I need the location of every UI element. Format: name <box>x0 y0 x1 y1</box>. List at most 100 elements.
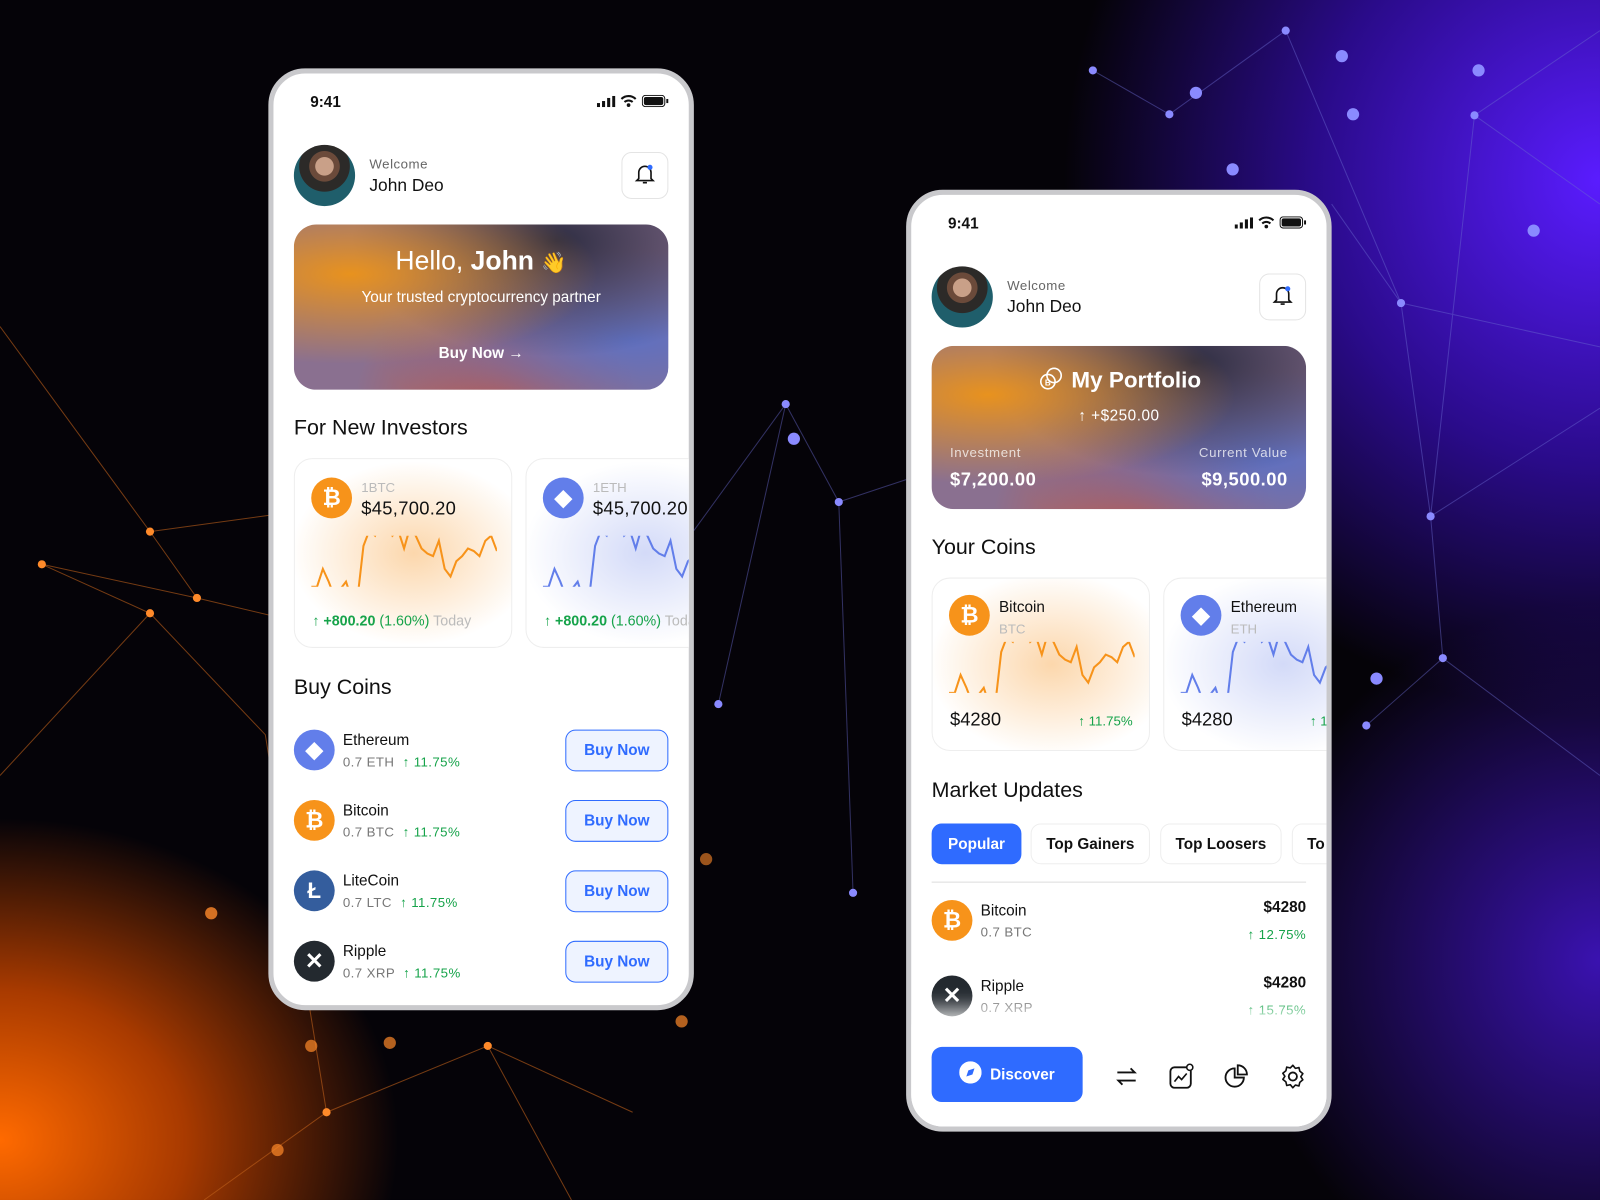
buy-now-button[interactable]: Buy Now <box>565 799 669 842</box>
buy-now-button[interactable]: Buy Now <box>565 869 669 912</box>
coin-name: Bitcoin <box>980 901 1027 919</box>
bitcoin-icon: ₿ <box>948 594 990 636</box>
section-title-investors: For New Investors <box>293 416 468 440</box>
bell-icon <box>633 161 657 191</box>
sparkline-path <box>1180 641 1327 693</box>
coin-name: Ethereum <box>1230 598 1297 617</box>
coin-amount: 0.7 XRP <box>980 999 1033 1015</box>
phone-portfolio-screen: 9:41 Welcome John Deo B My Portfolio ↑ +$… <box>906 189 1332 1132</box>
coin-name: Bitcoin <box>998 598 1045 617</box>
pie-chart-icon[interactable] <box>1223 1063 1250 1090</box>
arrow-up-icon: ↑ <box>402 823 410 840</box>
notification-button[interactable] <box>1259 273 1307 321</box>
avatar[interactable] <box>293 144 356 207</box>
settings-icon[interactable] <box>1280 1063 1307 1090</box>
wave-icon: 👋 <box>541 252 567 275</box>
welcome-label: Welcome <box>369 155 429 171</box>
buy-coin-row: ₿ Bitcoin 0.7 BTC ↑ 11.75% Buy Now <box>293 795 669 846</box>
buy-coin-row: ◆ Ethereum 0.7 ETH ↑ 11.75% Buy Now <box>293 724 669 775</box>
portfolio-card[interactable]: B My Portfolio ↑ +$250.00 Investment $7,2… <box>931 345 1307 510</box>
ethereum-icon: ◆ <box>1180 594 1222 636</box>
investor-card[interactable]: ◆ 1ETH $45,700.20 ↑ +800.20 (1.60%) Toda… <box>525 458 689 648</box>
user-header: Welcome John Deo <box>931 266 1307 328</box>
coin-price: $45,700.20 <box>592 497 688 519</box>
buy-now-button[interactable]: Buy Now <box>565 940 669 983</box>
arrow-right-icon: → <box>508 344 524 363</box>
sparkline-path <box>311 535 497 587</box>
tab-top-gainers[interactable]: Top Gainers <box>1030 823 1150 865</box>
compass-icon <box>959 1061 982 1088</box>
ethereum-icon: ◆ <box>293 729 335 771</box>
market-row[interactable]: ₿ Bitcoin 0.7 BTC $4280 ↑ 12.75% <box>931 895 1307 946</box>
user-name: John Deo <box>1007 296 1082 316</box>
svg-text:B: B <box>1045 379 1051 388</box>
phone-home-screen: 9:41 Welcome John Deo Hello, John 👋 Your … <box>268 68 694 1011</box>
buy-coin-row: Ł LiteCoin 0.7 LTC ↑ 11.75% Buy Now <box>293 865 669 916</box>
arrow-up-icon: ↑ <box>400 894 408 910</box>
coin-name: Bitcoin <box>342 801 389 819</box>
coin-change: 11.75% <box>1320 713 1328 729</box>
your-coin-card[interactable]: ◆ Ethereum ETH $4280 ↑ 11.75% <box>1163 577 1328 752</box>
sparkline-path <box>948 641 1135 693</box>
coin-unit: 1ETH <box>592 479 627 495</box>
ripple-icon: ✕ <box>293 940 335 982</box>
sparkline-path <box>542 535 689 587</box>
change-pct: (1.60%) <box>610 612 662 629</box>
arrow-up-icon: ↑ <box>1078 713 1085 729</box>
investment-value: $7,200.00 <box>949 469 1037 490</box>
your-coin-card[interactable]: ₿ Bitcoin BTC $4280 ↑ 11.75% <box>931 577 1150 752</box>
sparkline <box>948 641 1135 693</box>
notification-button[interactable] <box>621 152 669 199</box>
background: 9:41 Welcome John Deo Hello, John 👋 Your … <box>0 0 1600 1200</box>
portfolio-gain: +$250.00 <box>1091 407 1160 425</box>
bottom-nav: Discover <box>911 1024 1327 1127</box>
litecoin-icon: Ł <box>293 870 335 912</box>
coin-change: 11.75% <box>1088 713 1133 729</box>
coin-price: $4280 <box>949 709 1002 730</box>
hero-buy-now-button[interactable]: Buy Now → <box>294 345 668 362</box>
tab-popular[interactable]: Popular <box>931 823 1022 865</box>
signal-icon <box>596 94 616 111</box>
coin-name: Ripple <box>342 942 387 960</box>
hero-banner: Hello, John 👋 Your trusted cryptocurrenc… <box>293 224 669 390</box>
coin-name: LiteCoin <box>342 871 400 890</box>
chart-icon[interactable] <box>1168 1063 1195 1090</box>
coin-amount: 0.7 LTC <box>342 894 392 910</box>
signal-icon <box>1234 215 1254 232</box>
coin-symbol: ETH <box>1230 621 1258 637</box>
sparkline <box>311 535 497 587</box>
arrow-up-icon: ↑ <box>1309 713 1317 729</box>
discover-button[interactable]: Discover <box>931 1046 1083 1103</box>
investment-label: Investment <box>949 444 1022 461</box>
coin-change: 11.75% <box>411 894 458 910</box>
coin-name: Ethereum <box>342 731 410 749</box>
wifi-icon <box>620 94 637 111</box>
sparkline <box>1180 641 1327 693</box>
swap-icon[interactable] <box>1113 1063 1140 1090</box>
change-period: Today <box>664 612 689 629</box>
welcome-label: Welcome <box>1007 277 1066 293</box>
coin-price: $4280 <box>1263 898 1307 917</box>
portfolio-title: My Portfolio <box>1071 367 1202 393</box>
avatar[interactable] <box>931 266 993 328</box>
market-row[interactable]: ✕ Ripple 0.7 XRP $4280 ↑ 15.75% <box>931 970 1307 1021</box>
coin-change: 12.75% <box>1258 926 1307 942</box>
ripple-icon: ✕ <box>931 975 973 1017</box>
coin-unit: 1BTC <box>361 479 396 495</box>
tab-top-loosers[interactable]: Top Loosers <box>1160 823 1282 865</box>
current-value: $9,500.00 <box>1201 469 1288 490</box>
buy-now-button[interactable]: Buy Now <box>565 729 669 771</box>
hello-name: John <box>470 244 535 276</box>
bitcoin-icon: ₿ <box>931 899 973 941</box>
sparkline <box>542 535 689 587</box>
change-period: Today <box>433 612 472 629</box>
status-time: 9:41 <box>310 93 341 112</box>
coin-change: 15.75% <box>1258 1002 1307 1018</box>
coin-change: 11.75% <box>413 753 461 769</box>
section-title-market: Market Updates <box>931 778 1083 803</box>
investor-card[interactable]: ₿ 1BTC $45,700.20 ↑ +800.20 (1.60%) Toda… <box>293 458 513 648</box>
arrow-up-icon: ↑ <box>543 612 552 629</box>
arrow-up-icon: ↑ <box>402 753 410 769</box>
battery-icon <box>1279 215 1307 232</box>
tab-to[interactable]: To <box>1291 823 1327 865</box>
